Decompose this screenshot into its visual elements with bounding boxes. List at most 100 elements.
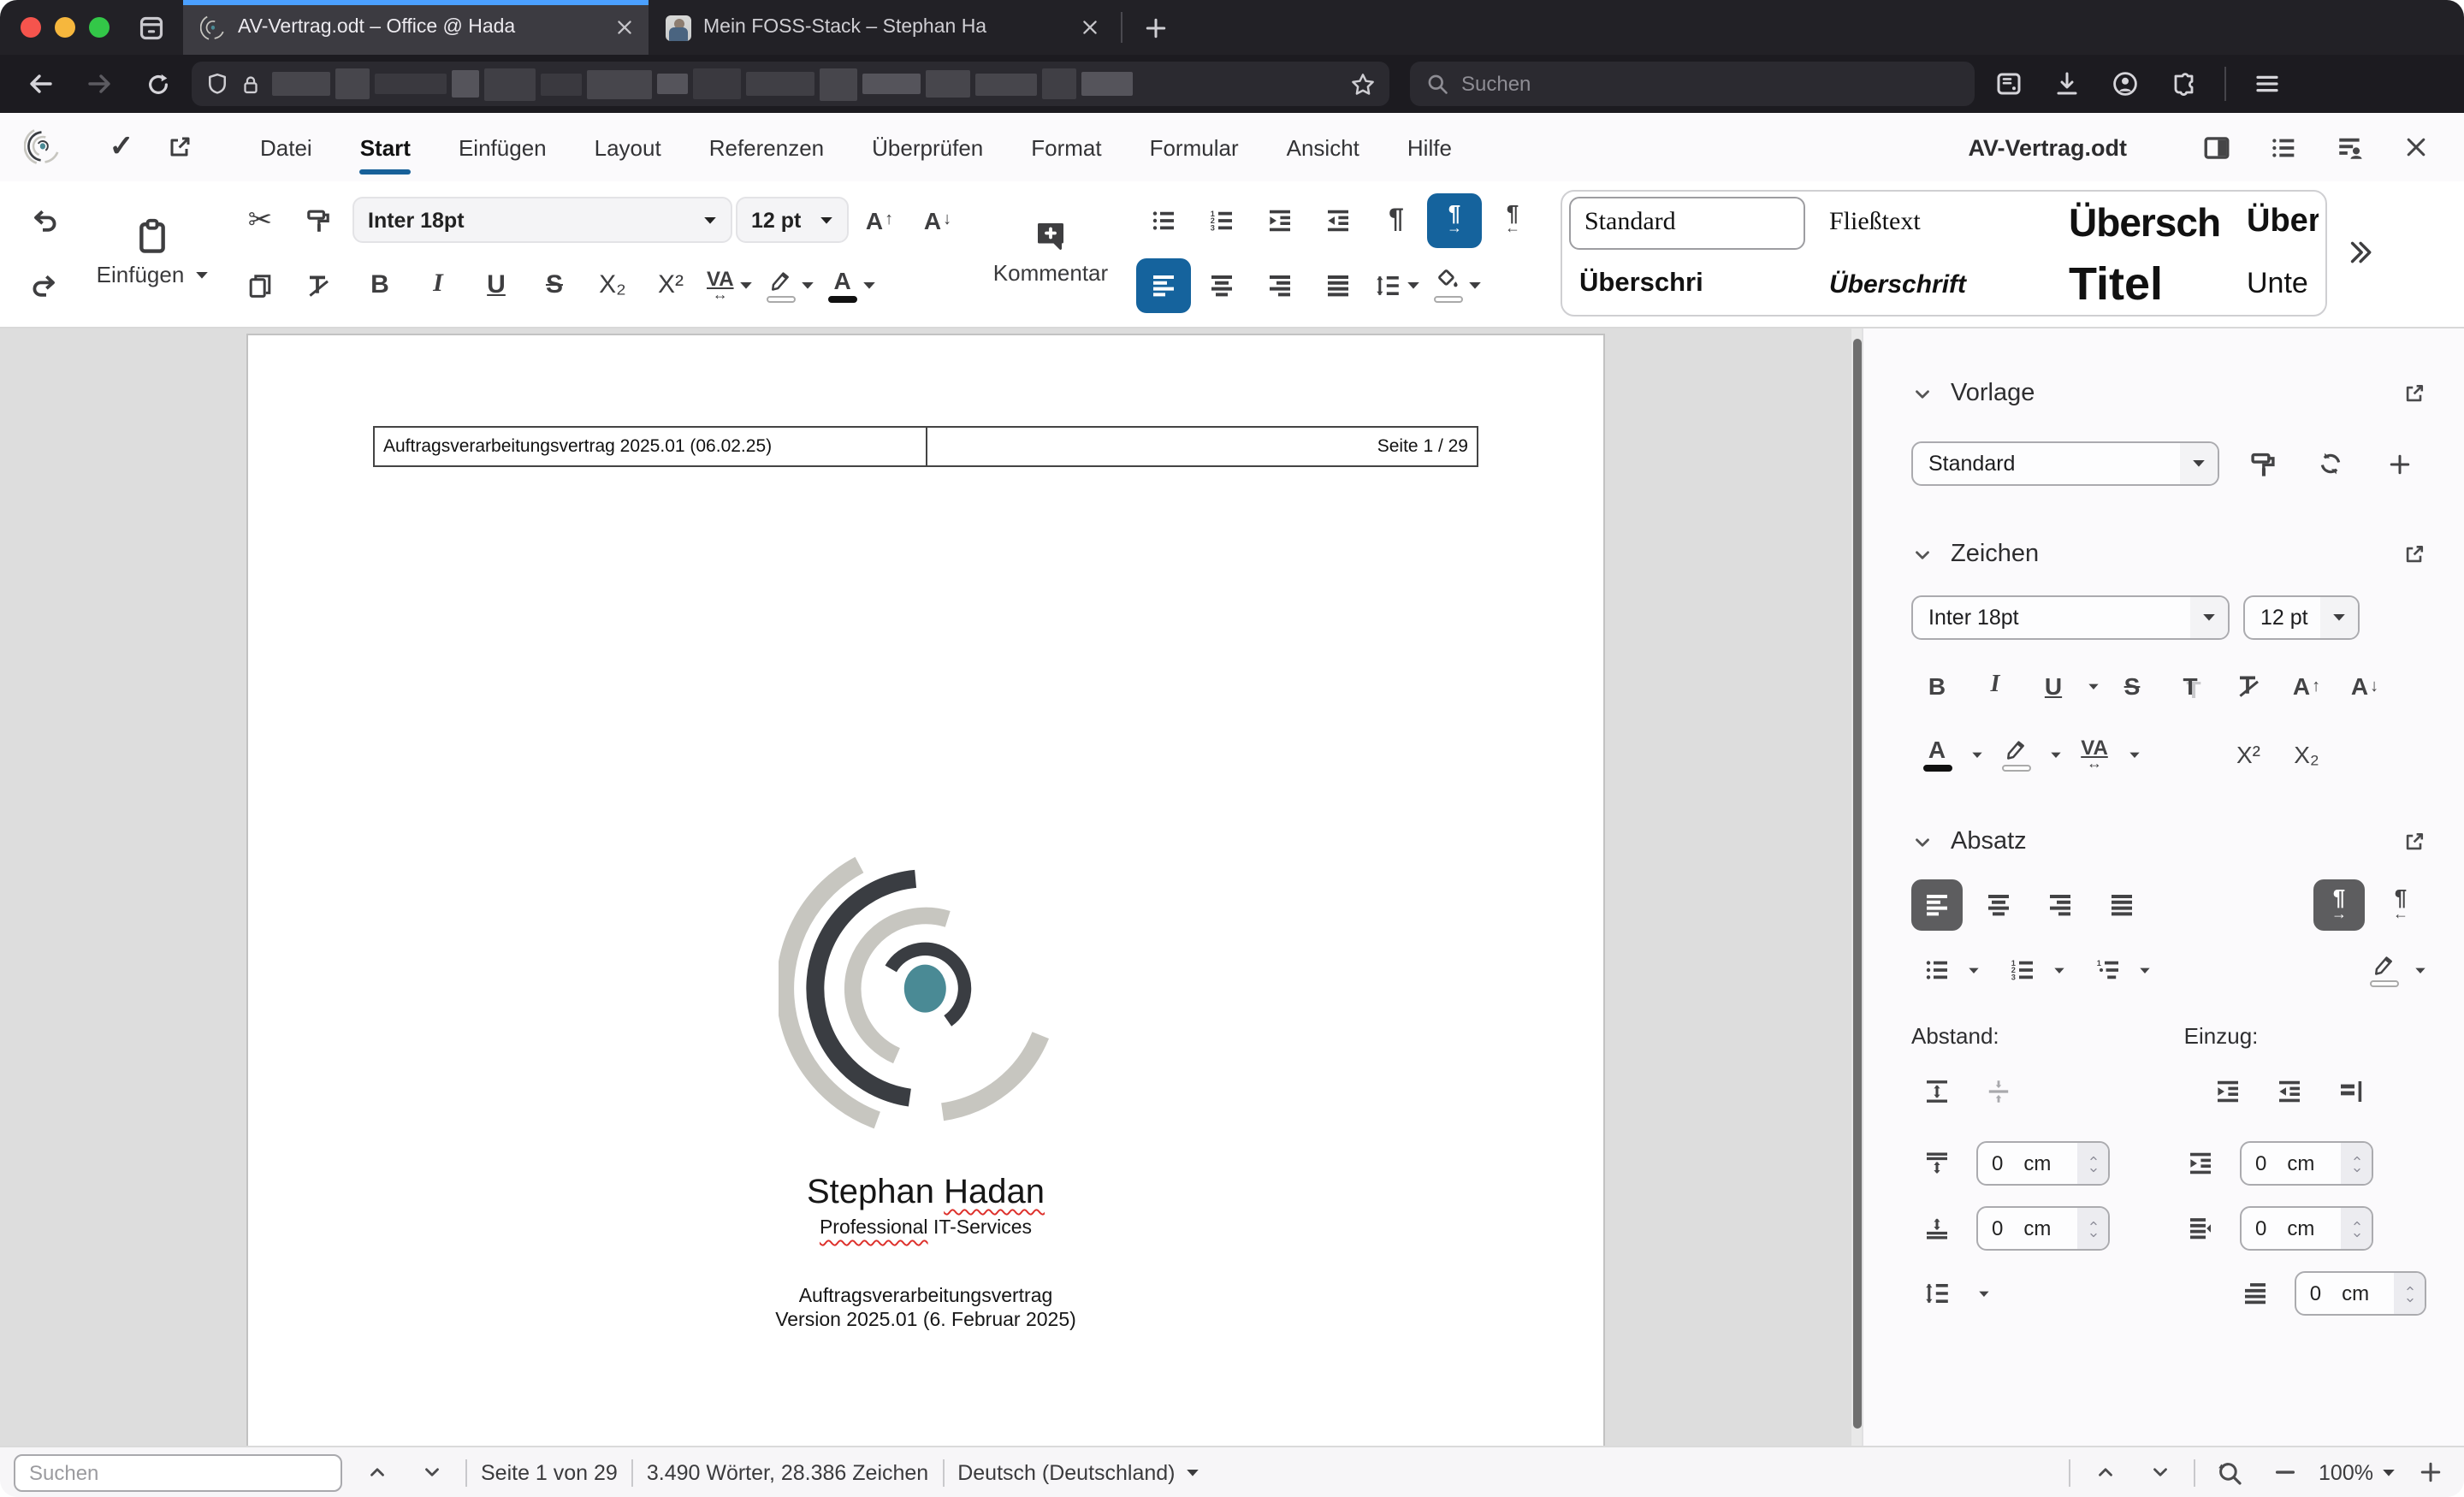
font-color-button[interactable]: A [1911,729,1963,780]
search-next-icon[interactable] [411,1453,452,1491]
tab-close-icon[interactable] [614,17,635,38]
tab-close-icon[interactable] [1080,17,1100,38]
chevron-down-icon[interactable] [1911,831,1934,853]
underline-button[interactable]: U [2028,660,2079,712]
paragraph-style-combobox[interactable]: Standard [1911,441,2219,486]
clear-formatting-button[interactable] [2223,660,2274,712]
section-vorlage-header[interactable]: Vorlage [1911,380,2426,407]
open-dialog-icon[interactable] [2402,542,2426,566]
paragraph-ltr-button[interactable]: ¶ → [2313,879,2365,931]
document-canvas[interactable]: Auftragsverarbeitungsvertrag 2025.01 (06… [0,328,1851,1446]
menu-einfuegen[interactable]: Einfügen [435,124,571,170]
new-style-button[interactable] [2373,438,2425,489]
update-style-button[interactable] [2236,438,2288,489]
underline-button[interactable]: U [469,257,524,312]
decrease-indent-button[interactable] [1311,192,1365,247]
refresh-style-button[interactable] [2305,438,2356,489]
menu-referenzen[interactable]: Referenzen [685,124,848,170]
paragraph-ltr-button[interactable]: ¶ → [1427,192,1482,247]
document-list-icon[interactable] [2269,133,2298,162]
align-center-button[interactable] [1973,879,2024,931]
document-page[interactable]: Auftragsverarbeitungsvertrag 2025.01 (06… [248,335,1603,1446]
document-scrollbar[interactable] [1851,328,1862,1446]
chevron-down-icon[interactable] [2050,750,2062,759]
extensions-icon[interactable] [2159,62,2207,106]
section-zeichen-header[interactable]: Zeichen [1911,541,2426,568]
line-spacing-button[interactable] [1911,1268,1962,1319]
stepper[interactable] [2341,1143,2372,1184]
numbered-list-button[interactable] [1194,192,1249,247]
redo-button[interactable] [17,257,72,312]
indent-before-field[interactable]: 0 cm [2240,1141,2373,1186]
style-ueberschrift2[interactable]: Überschri [1562,254,1812,314]
zoom-in-icon[interactable] [2409,1453,2450,1491]
style-ueberschrift3[interactable]: Überschrift [1812,254,2052,314]
sidebar-font-name-combobox[interactable]: Inter 18pt [1911,595,2230,640]
browser-search-field[interactable]: Suchen [1410,62,1975,106]
close-window-button[interactable] [21,17,41,38]
strikethrough-button[interactable]: S [527,257,582,312]
style-ueberschrift1b[interactable]: Über [2230,191,2319,254]
italic-button[interactable]: I [411,257,465,312]
menu-layout[interactable]: Layout [571,124,685,170]
line-spacing-button[interactable] [1369,257,1425,312]
reload-button[interactable] [133,62,181,106]
paragraph-spacing-button[interactable] [1911,1066,1963,1117]
close-sidebar-icon[interactable] [2202,133,2231,162]
comment-button[interactable]: Kommentar [972,191,1129,314]
align-right-button[interactable] [1253,257,1307,312]
highlight-color-button[interactable] [761,257,820,312]
stepper[interactable] [2077,1208,2108,1249]
bullet-list-button[interactable] [1136,192,1191,247]
hanging-indent-button[interactable] [2325,1066,2377,1117]
tab-foss-stack[interactable]: Mein FOSS-Stack – Stephan Ha [649,0,1114,55]
menu-ansicht[interactable]: Ansicht [1263,124,1383,170]
undo-button[interactable] [17,192,72,247]
font-size-combobox[interactable]: 12 pt [736,197,849,243]
increase-indent-button[interactable] [2202,1066,2254,1117]
character-spacing-button[interactable]: VA ↔ [702,257,758,312]
font-color-button[interactable]: A [823,257,881,312]
style-titel[interactable]: Titel [2052,254,2230,314]
chevron-down-icon[interactable] [1911,382,1934,405]
outline-list-button[interactable] [2082,944,2134,996]
space-above-field[interactable]: 0 cm [1976,1141,2110,1186]
scroll-up-icon[interactable] [2084,1453,2125,1491]
menu-format[interactable]: Format [1007,124,1125,170]
chevron-down-icon[interactable] [2088,682,2100,690]
paste-button[interactable]: Einfügen [79,191,226,314]
highlight-color-button[interactable] [1990,729,2041,780]
chevron-down-icon[interactable] [2053,966,2065,974]
tab-av-vertrag[interactable]: AV-Vertrag.odt – Office @ Hada [183,0,649,55]
bold-button[interactable]: B [1911,660,1963,712]
open-dialog-icon[interactable] [2402,382,2426,405]
style-ueberschrift1[interactable]: Übersch [2052,191,2230,254]
align-left-button[interactable] [1911,879,1963,931]
toolbar-overflow-button[interactable] [2344,238,2373,267]
account-icon[interactable] [2101,62,2149,106]
search-previous-icon[interactable] [356,1453,397,1491]
new-tab-button[interactable] [1143,15,1169,40]
back-button[interactable] [17,62,65,106]
chevron-down-icon[interactable] [2129,750,2141,759]
copy-button[interactable] [233,257,287,312]
chevron-down-icon[interactable] [1911,543,1934,565]
menu-hilfe[interactable]: Hilfe [1383,124,1476,170]
clear-formatting-button[interactable] [291,257,346,312]
shrink-font-button[interactable]: A ↓ [2339,660,2390,712]
formatting-marks-button[interactable]: ¶ [1369,192,1424,247]
stepper[interactable] [2341,1208,2372,1249]
minimize-window-button[interactable] [55,17,75,38]
shrink-font-button[interactable]: A ↓ [910,192,965,247]
font-name-combobox[interactable]: Inter 18pt [352,197,732,243]
language-selector[interactable]: Deutsch (Deutschland) [957,1460,1199,1484]
italic-button[interactable]: I [1969,660,2021,712]
grow-font-button[interactable]: A ↑ [2281,660,2332,712]
forward-button[interactable] [75,62,123,106]
decrease-indent-button[interactable] [2264,1066,2315,1117]
style-untertitel[interactable]: Unte [2230,254,2319,314]
character-spacing-button[interactable]: VA ↔ [2069,729,2120,780]
space-below-field[interactable]: 0 cm [1976,1206,2110,1251]
increase-indent-button[interactable] [1253,192,1307,247]
menu-datei[interactable]: Datei [236,124,336,170]
